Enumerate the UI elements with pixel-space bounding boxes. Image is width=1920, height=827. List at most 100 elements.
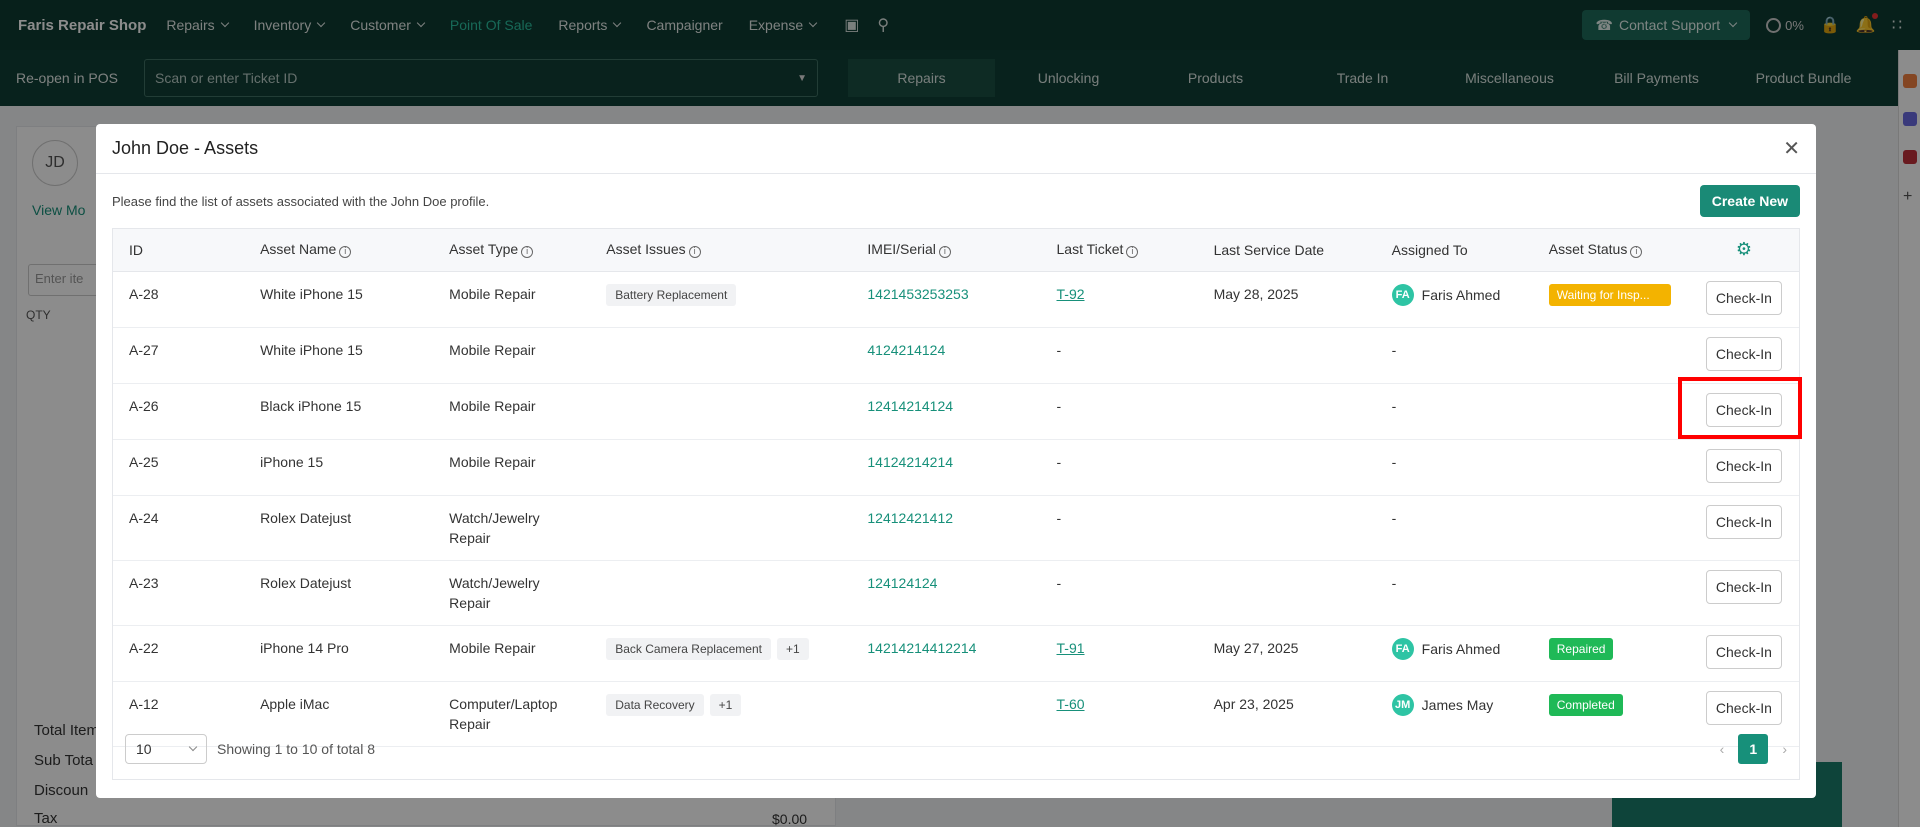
assignee-name: - <box>1391 453 1397 470</box>
asset-id: A-23 <box>129 574 159 591</box>
last-ticket-link[interactable]: T-92 <box>1057 286 1085 302</box>
cell-asset-type: Mobile Repair <box>433 327 591 384</box>
create-new-button[interactable]: Create New <box>1699 185 1800 217</box>
assignee-name: - <box>1391 509 1397 526</box>
last-ticket-link[interactable]: T-91 <box>1057 640 1085 656</box>
cell-id: A-28 <box>113 271 245 328</box>
check-in-button[interactable]: Check-In <box>1705 448 1782 483</box>
cell-action: Check-In <box>1688 495 1799 561</box>
cell-id: A-26 <box>113 383 245 440</box>
asset-name: Apple iMac <box>260 695 330 712</box>
cell-asset-type: Mobile Repair <box>433 383 591 440</box>
cell-last-service-date <box>1197 383 1376 440</box>
status-badge: Waiting for Insp... <box>1548 283 1671 306</box>
last-ticket-link[interactable]: T-60 <box>1057 696 1085 712</box>
cell-imei: 1421453253253 <box>851 271 1041 328</box>
cell-assigned-to: FA Faris Ahmed <box>1375 271 1533 328</box>
cell-imei: 14214214412214 <box>851 625 1041 682</box>
col-imei-serial: IMEI/Serial i <box>851 229 1041 272</box>
cell-id: A-23 <box>113 560 245 626</box>
info-icon[interactable]: i <box>688 246 701 259</box>
cell-asset-name: White iPhone 15 <box>244 271 434 328</box>
cell-asset-name: Black iPhone 15 <box>244 383 434 440</box>
cell-last-ticket: T-91 <box>1040 625 1198 682</box>
cell-action: Check-In <box>1688 560 1799 626</box>
asset-type: Mobile Repair <box>449 397 536 414</box>
asset-id: A-26 <box>129 397 159 414</box>
asset-name: iPhone 15 <box>260 453 324 470</box>
asset-name: White iPhone 15 <box>260 285 363 302</box>
cell-asset-name: iPhone 15 <box>244 439 434 496</box>
imei-serial-link[interactable]: 14124214214 <box>867 454 953 470</box>
assets-table-body: A-28 White iPhone 15 Mobile Repair Battery … <box>113 271 1799 747</box>
cell-asset-issues <box>590 439 852 496</box>
prev-page-icon[interactable]: ‹ <box>1720 741 1725 757</box>
cell-asset-status <box>1532 439 1689 496</box>
cell-asset-type: Watch/Jewelry Repair <box>433 495 591 561</box>
assignee-name: - <box>1391 574 1397 591</box>
cell-last-service-date: May 28, 2025 <box>1197 271 1376 328</box>
cell-assigned-to: - <box>1375 383 1533 440</box>
imei-serial-link[interactable]: 4124214124 <box>867 342 945 358</box>
settings-gear-icon[interactable]: ⚙ <box>1736 239 1752 259</box>
next-page-icon[interactable]: › <box>1782 741 1787 757</box>
imei-serial-link[interactable]: 124124124 <box>867 575 937 591</box>
assignee-name: James May <box>1421 696 1494 713</box>
table-row: A-27 White iPhone 15 Mobile Repair 41242141… <box>113 327 1799 384</box>
last-ticket-link: - <box>1056 574 1062 591</box>
cell-asset-status: Repaired <box>1532 625 1689 682</box>
asset-id: A-25 <box>129 453 159 470</box>
cell-last-ticket: - <box>1040 495 1198 561</box>
imei-serial-link[interactable]: 14214214412214 <box>867 640 976 656</box>
assignee: FA Faris Ahmed <box>1391 637 1533 660</box>
chevron-down-icon <box>188 742 198 752</box>
asset-id: A-12 <box>129 695 159 712</box>
info-icon[interactable]: i <box>938 246 951 259</box>
imei-serial-link[interactable]: 12414214124 <box>867 398 953 414</box>
asset-type: Mobile Repair <box>449 453 536 470</box>
cell-asset-status <box>1532 495 1689 561</box>
info-icon[interactable]: i <box>339 246 352 259</box>
table-row: A-24 Rolex Datejust Watch/Jewelry Repair 12… <box>113 495 1799 561</box>
assets-table: ID Asset Name i Asset Type i Asset Issues i… <box>113 229 1799 747</box>
cell-asset-issues <box>590 495 852 561</box>
asset-name: iPhone 14 Pro <box>260 639 349 656</box>
per-page-value: 10 <box>136 741 152 757</box>
cell-asset-status <box>1532 327 1689 384</box>
check-in-button[interactable]: Check-In <box>1705 504 1782 539</box>
cell-imei: 4124214124 <box>851 327 1041 384</box>
col-asset-name: Asset Name i <box>244 229 434 272</box>
cell-asset-issues <box>590 560 852 626</box>
check-in-button[interactable]: Check-In <box>1705 569 1782 604</box>
highlight-box <box>1677 376 1802 439</box>
last-service-date: May 28, 2025 <box>1213 285 1299 302</box>
col-asset-issues: Asset Issues i <box>590 229 852 272</box>
page-button-current[interactable]: 1 <box>1738 734 1769 764</box>
imei-serial-link[interactable]: 12412421412 <box>867 510 953 526</box>
cell-last-service-date <box>1197 327 1376 384</box>
cell-last-ticket: T-92 <box>1040 271 1198 328</box>
more-issues-chip[interactable]: +1 <box>776 637 809 660</box>
check-in-button[interactable]: Check-In <box>1705 336 1782 371</box>
asset-id: A-22 <box>129 639 159 656</box>
info-icon[interactable]: i <box>1630 246 1643 259</box>
per-page-select[interactable]: 10 <box>125 734 207 764</box>
cell-asset-name: White iPhone 15 <box>244 327 434 384</box>
info-icon[interactable]: i <box>521 246 534 259</box>
info-icon[interactable]: i <box>1126 246 1139 259</box>
last-ticket-link: - <box>1056 509 1062 526</box>
asset-name: Rolex Datejust <box>260 574 352 591</box>
assignee-name: - <box>1391 397 1397 414</box>
assignee: - <box>1392 396 1533 416</box>
imei-serial-link[interactable]: 1421453253253 <box>867 286 968 302</box>
col-assigned-to: Assigned To <box>1375 229 1533 272</box>
table-row: A-23 Rolex Datejust Watch/Jewelry Repair 12… <box>113 560 1799 626</box>
more-issues-chip[interactable]: +1 <box>709 693 742 716</box>
cell-asset-status: Waiting for Insp... <box>1532 271 1689 328</box>
check-in-button[interactable]: Check-In <box>1705 634 1782 669</box>
check-in-button[interactable]: Check-In <box>1705 280 1782 315</box>
assignee-name: Faris Ahmed <box>1421 640 1501 657</box>
close-icon[interactable]: ✕ <box>1783 136 1800 161</box>
asset-name: White iPhone 15 <box>260 341 363 358</box>
cell-last-ticket: - <box>1040 383 1198 440</box>
